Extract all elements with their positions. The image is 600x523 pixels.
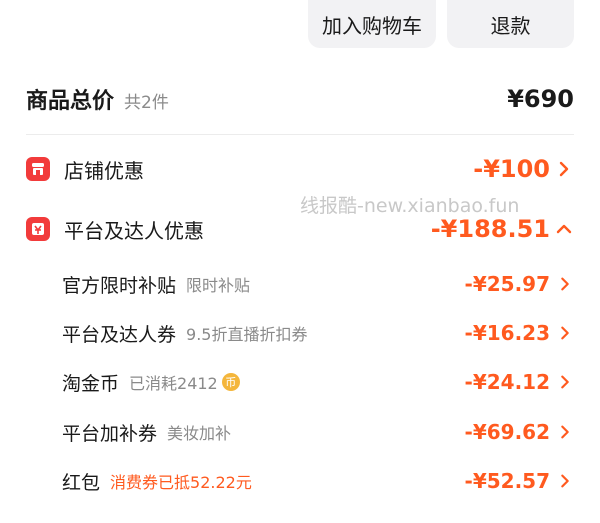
- add-to-cart-button[interactable]: 加入购物车: [308, 0, 436, 48]
- item-count: 共2件: [124, 92, 169, 113]
- total-price-label: 商品总价: [26, 89, 115, 114]
- coin-icon: 币: [221, 373, 240, 391]
- sub-item-value: -¥24.12: [464, 370, 550, 394]
- divider: [26, 134, 574, 135]
- chevron-right-icon: [561, 326, 569, 340]
- chevron-up-icon[interactable]: [554, 219, 574, 239]
- sub-item-value: -¥69.62: [464, 420, 550, 444]
- sub-item-taobao-coins[interactable]: 淘金币 已消耗2412 币 -¥24.12: [62, 364, 574, 400]
- store-discount-row[interactable]: 店铺优惠 -¥100: [26, 149, 574, 189]
- sub-item-note: 9.5折直播折扣券: [186, 325, 308, 344]
- chevron-right-icon: [561, 425, 569, 439]
- sub-item-note: 限时补贴: [186, 276, 251, 295]
- chevron-right-icon: [561, 375, 569, 389]
- platform-discount-label: 平台及达人优惠: [64, 218, 204, 243]
- store-icon: [26, 157, 50, 181]
- sub-item-value: -¥52.57: [464, 469, 550, 493]
- sub-item-platform-coupon[interactable]: 平台及达人券 9.5折直播折扣券 -¥16.23: [62, 315, 574, 351]
- sub-item-red-packet[interactable]: 红包 消费券已抵52.22元 -¥52.57: [62, 463, 574, 499]
- refund-button[interactable]: 退款: [447, 0, 574, 48]
- store-discount-value: -¥100: [473, 155, 550, 183]
- platform-discount-value: -¥188.51: [430, 215, 550, 243]
- sub-item-official-subsidy[interactable]: 官方限时补贴 限时补贴 -¥25.97: [62, 266, 574, 302]
- coupon-icon: [26, 217, 50, 241]
- sub-item-value: -¥25.97: [464, 272, 550, 296]
- sub-item-platform-extra-coupon[interactable]: 平台加补券 美妆加补 -¥69.62: [62, 414, 574, 450]
- store-discount-label: 店铺优惠: [64, 158, 144, 183]
- sub-item-label: 平台及达人券: [62, 323, 177, 346]
- total-price-value: ¥690: [507, 85, 574, 113]
- chevron-right-icon: [561, 474, 569, 488]
- sub-item-value: -¥16.23: [464, 321, 550, 345]
- sub-item-label: 淘金币: [62, 372, 120, 395]
- platform-discount-row[interactable]: 平台及达人优惠 -¥188.51: [26, 209, 574, 249]
- total-price-row: 商品总价 共2件 ¥690: [26, 78, 574, 120]
- sub-item-label: 平台加补券: [62, 422, 158, 445]
- sub-item-label: 红包: [62, 471, 101, 494]
- sub-item-note: 美妆加补: [167, 424, 232, 443]
- chevron-right-icon: [559, 161, 569, 177]
- sub-item-note: 消费券已抵52.22元: [110, 473, 252, 492]
- sub-item-label: 官方限时补贴: [62, 274, 177, 297]
- sub-item-note: 已消耗2412: [129, 374, 218, 393]
- chevron-right-icon: [561, 277, 569, 291]
